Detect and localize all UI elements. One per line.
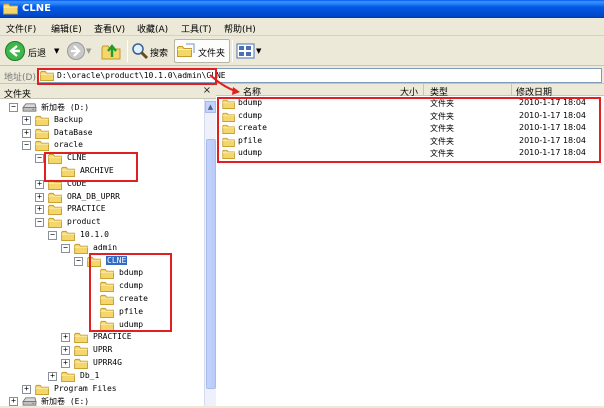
tree-item-label: PRACTICE — [93, 332, 132, 342]
folder-icon — [74, 358, 89, 369]
folder-icon — [48, 204, 63, 215]
scroll-thumb[interactable] — [206, 139, 216, 389]
expand-icon[interactable]: + — [35, 179, 44, 189]
file-list-highlight-box — [217, 97, 601, 163]
folder-icon — [48, 217, 63, 228]
tree-item-label: Program Files — [54, 383, 117, 393]
tree-item-label: PRACTICE — [67, 204, 106, 214]
collapse-icon[interactable]: − — [74, 256, 83, 266]
tree-item-label: 10.1.0 — [80, 230, 109, 239]
collapse-icon[interactable]: − — [9, 103, 18, 112]
folder-icon — [74, 345, 89, 356]
tree-scrollbar[interactable]: ▲ — [204, 99, 216, 406]
menu-file[interactable]: 文件(F) — [6, 22, 36, 35]
collapse-icon[interactable]: − — [61, 243, 70, 253]
folders-label: 文件夹 — [198, 49, 226, 59]
back-button[interactable]: 后退 ▼ — [4, 39, 62, 63]
address-label: 地址(D) — [4, 73, 36, 83]
menu-bar: 文件(F) 编辑(E) 查看(V) 收藏(A) 工具(T) 帮助(H) — [0, 18, 604, 36]
views-button[interactable]: ▼ — [233, 40, 263, 62]
collapse-icon[interactable]: − — [35, 154, 44, 164]
collapse-icon[interactable]: − — [48, 231, 57, 240]
tree-item-label: ORA_DB_UPRR — [67, 191, 120, 201]
search-button[interactable]: 搜索 — [131, 39, 171, 63]
folder-icon — [35, 128, 50, 139]
search-icon — [132, 43, 149, 60]
up-button[interactable] — [100, 39, 124, 63]
expand-icon[interactable]: + — [35, 205, 44, 215]
clne-subfolders-highlight-box — [89, 253, 172, 332]
column-header-size[interactable]: 大小 — [378, 84, 424, 98]
address-highlight-box — [37, 68, 217, 85]
up-folder-icon — [101, 44, 121, 60]
window-title: CLNE — [22, 3, 51, 14]
menu-tools[interactable]: 工具(T) — [181, 22, 212, 35]
back-label: 后退 — [28, 49, 47, 59]
folders-pane-title: 文件夹 — [4, 90, 32, 100]
folder-icon — [35, 140, 50, 151]
folder-icon — [35, 384, 50, 395]
folders-pane-header: 文件夹 × — [0, 84, 216, 100]
back-arrow-icon — [5, 41, 25, 61]
menu-view[interactable]: 查看(V) — [94, 22, 125, 35]
tree-item-label: product — [67, 217, 101, 227]
title-bar: CLNE — [0, 0, 604, 18]
scroll-up-icon[interactable]: ▲ — [205, 101, 216, 113]
menu-edit[interactable]: 编辑(E) — [51, 22, 82, 35]
collapse-icon[interactable]: − — [35, 218, 44, 228]
menu-favorites[interactable]: 收藏(A) — [137, 22, 168, 35]
collapse-icon[interactable]: − — [22, 141, 31, 151]
views-dropdown-icon[interactable]: ▼ — [256, 47, 261, 55]
tree-item-label: 新加卷 (D:) — [41, 103, 90, 112]
column-header-type[interactable]: 类型 — [424, 84, 512, 98]
tree-item-label: oracle — [54, 140, 83, 150]
tree-item-label: UPRR4G — [93, 358, 122, 367]
forward-arrow-icon — [67, 42, 85, 60]
expand-icon[interactable]: + — [61, 333, 70, 343]
expand-icon[interactable]: + — [9, 397, 18, 407]
folders-button[interactable]: 文件夹 — [174, 39, 230, 63]
tree-item-label: Backup — [54, 114, 83, 124]
tree-item-label: Db_1 — [80, 370, 100, 380]
search-label: 搜索 — [150, 49, 169, 59]
expand-icon[interactable]: + — [61, 346, 70, 356]
clne-archive-highlight-box — [44, 152, 138, 182]
folders-icon — [177, 43, 195, 57]
folder-icon — [61, 230, 76, 241]
drive-icon — [22, 102, 37, 113]
expand-icon[interactable]: + — [22, 128, 31, 138]
folder-icon — [74, 332, 89, 343]
back-dropdown-icon[interactable]: ▼ — [54, 47, 59, 55]
folder-icon — [35, 115, 50, 126]
forward-button[interactable]: ▼ — [64, 39, 92, 63]
column-header-modified[interactable]: 修改日期 — [512, 84, 604, 98]
expand-icon[interactable]: + — [22, 115, 31, 125]
folder-icon — [61, 371, 76, 382]
expand-icon[interactable]: + — [61, 359, 70, 368]
toolbar-separator — [127, 40, 128, 62]
tree-item-label: UPRR — [93, 345, 113, 355]
menu-help[interactable]: 帮助(H) — [224, 22, 256, 35]
expand-icon[interactable]: + — [35, 192, 44, 202]
toolbar: 后退 ▼ ▼ 搜索 文件夹 ▼ — [0, 36, 604, 66]
folder-icon — [74, 243, 89, 254]
tree-item-label: admin — [93, 242, 118, 252]
close-icon[interactable]: × — [201, 85, 213, 97]
folder-icon — [48, 192, 63, 203]
forward-dropdown-icon[interactable]: ▼ — [86, 47, 91, 55]
expand-icon[interactable]: + — [48, 371, 57, 381]
expand-icon[interactable]: + — [22, 384, 31, 394]
folder-icon — [3, 2, 19, 15]
folders-pane: 文件夹 × − 新加卷 (D:) + Backup + DataBase − oracle − C… — [0, 84, 216, 407]
tree-item-label: DataBase — [54, 127, 93, 137]
views-icon — [236, 43, 255, 59]
